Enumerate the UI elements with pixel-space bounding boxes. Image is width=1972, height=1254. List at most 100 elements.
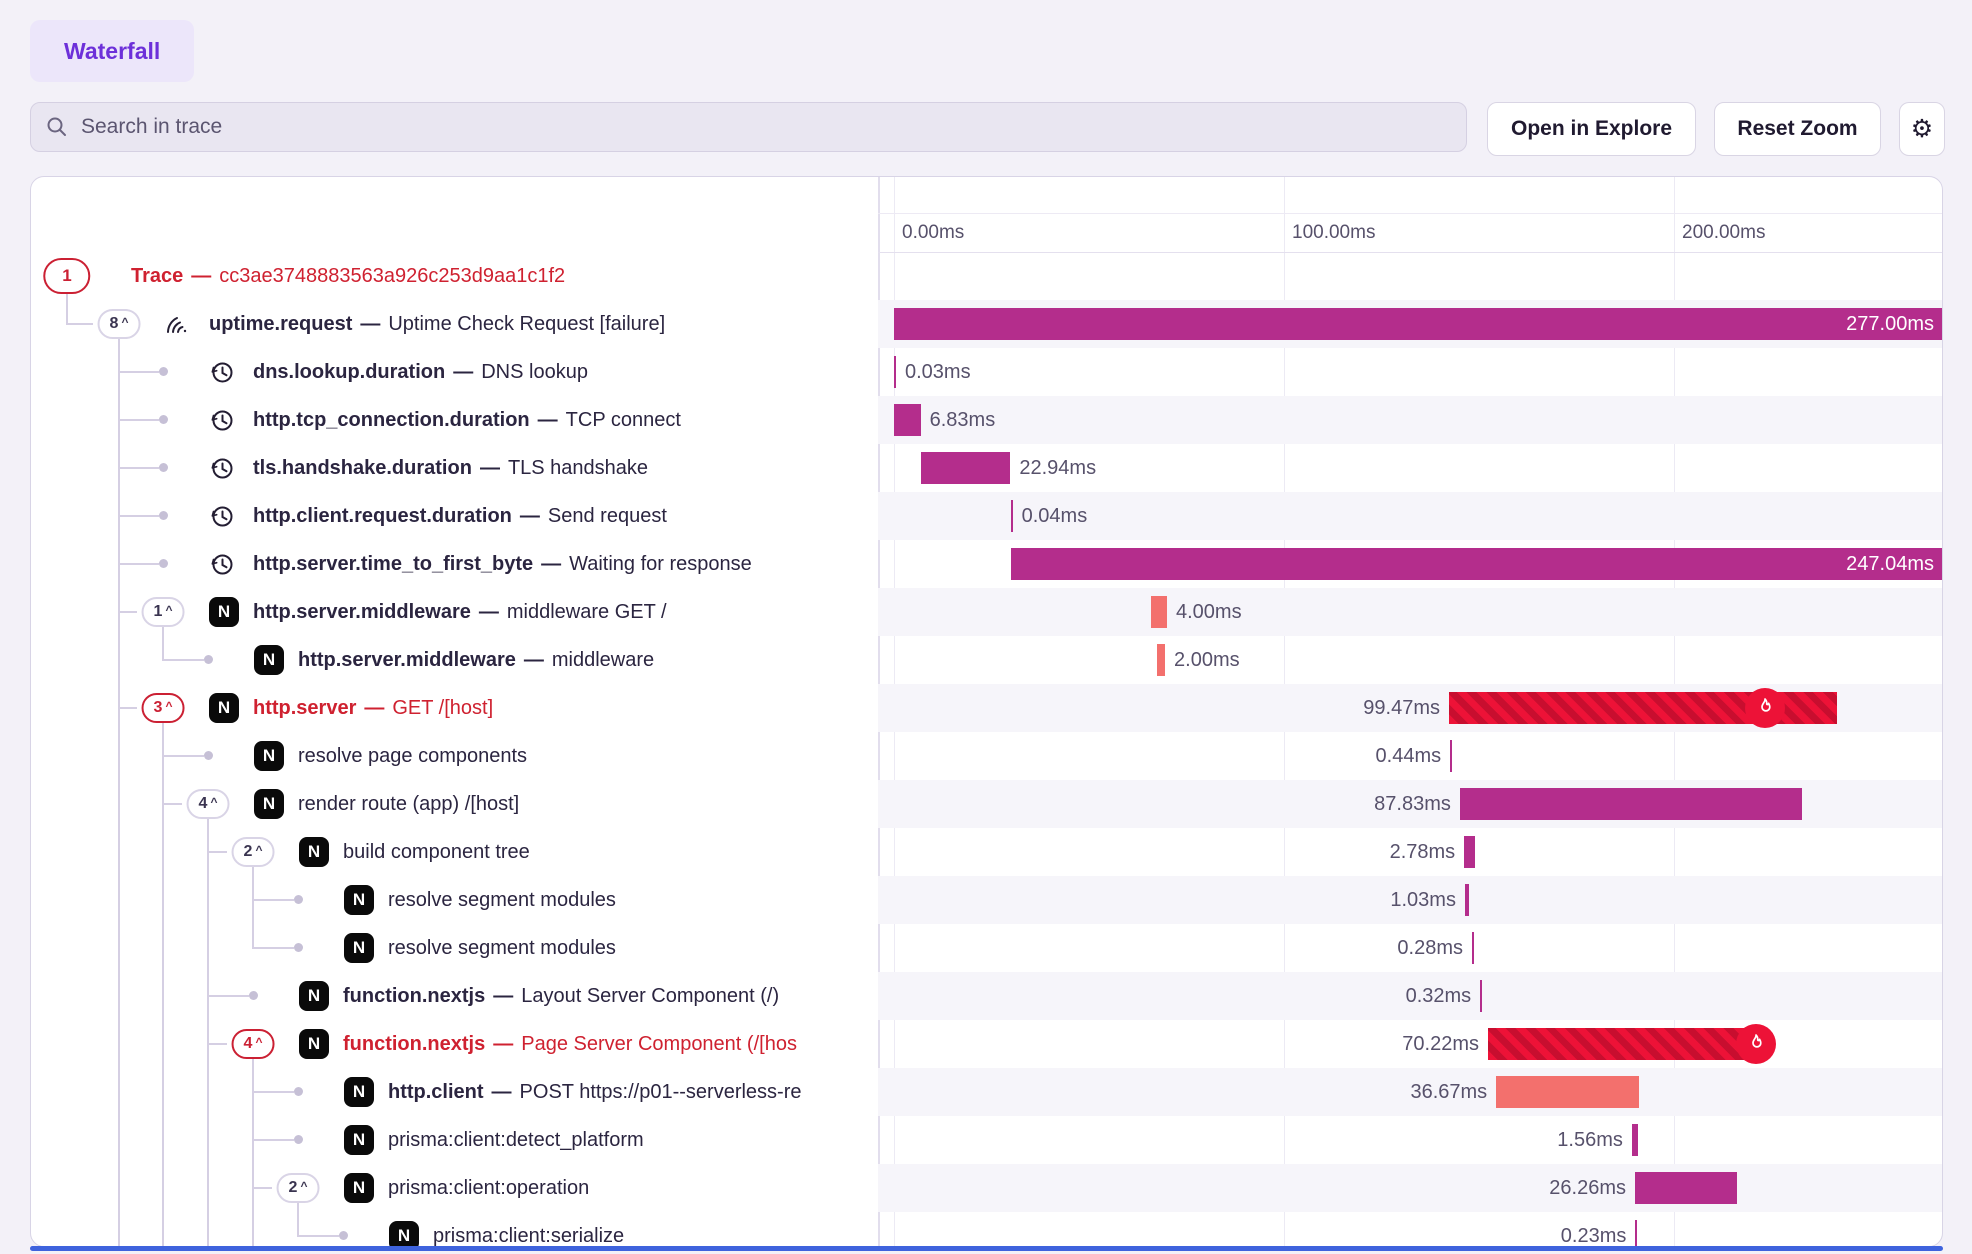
span-op: prisma:client:operation [388, 1177, 589, 1199]
span-row-3[interactable]: 6.83mshttp.tcp_connection.duration—TCP c… [31, 396, 1943, 444]
span-row-14[interactable]: 0.28msNresolve segment modules [31, 924, 1943, 972]
waterfall-cell: 0.23ms [878, 1212, 1943, 1247]
span-bar[interactable] [894, 404, 921, 436]
span-row-15[interactable]: 0.32msNfunction.nextjs—Layout Server Com… [31, 972, 1943, 1020]
span-count-badge[interactable]: 1 [43, 258, 90, 294]
span-row-18[interactable]: 1.56msNprisma:client:detect_platform [31, 1116, 1943, 1164]
span-bar[interactable] [1157, 644, 1165, 676]
span-row-4[interactable]: 22.94mstls.handshake.duration—TLS handsh… [31, 444, 1943, 492]
tree-connector-vertical [118, 444, 120, 468]
span-row-17[interactable]: 36.67msNhttp.client—POST https://p01--se… [31, 1068, 1943, 1116]
span-bar[interactable] [1480, 980, 1482, 1012]
span-label: build component tree [343, 828, 530, 876]
span-dot [159, 511, 168, 520]
separator: — [479, 601, 499, 623]
fire-icon[interactable] [1736, 1024, 1776, 1064]
open-in-explore-button[interactable]: Open in Explore [1487, 102, 1696, 156]
span-row-0[interactable]: 1Trace—cc3ae3748883563a926c253d9aa1c1f2 [31, 252, 1943, 300]
span-row-6[interactable]: 247.04mshttp.server.time_to_first_byte—W… [31, 540, 1943, 588]
tree-connector-vertical [118, 348, 120, 372]
span-dot [159, 367, 168, 376]
span-bar[interactable] [894, 356, 896, 388]
tree-connector-horizontal [66, 323, 93, 325]
span-row-10[interactable]: 0.44msNresolve page components [31, 732, 1943, 780]
tree-guide-below [162, 626, 164, 636]
span-bar[interactable] [1465, 884, 1469, 916]
tree-guide [162, 1068, 164, 1116]
span-row-12[interactable]: 2.78ms2^Nbuild component tree [31, 828, 1943, 876]
span-count-badge[interactable]: 1^ [142, 597, 185, 627]
span-op: resolve segment modules [388, 937, 616, 959]
span-row-1[interactable]: 277.00ms 8^ uptime.request—Uptime Check Re… [31, 300, 1943, 348]
tree-guide [207, 1068, 209, 1116]
waterfall-cell: 1.56ms [878, 1116, 1943, 1164]
span-row-20[interactable]: 0.23msNprisma:client:serialize [31, 1212, 1943, 1247]
span-row-7[interactable]: 4.00ms1^Nhttp.server.middleware—middlewa… [31, 588, 1943, 636]
span-dot [159, 415, 168, 424]
span-bar[interactable] [1464, 836, 1475, 868]
tab-waterfall[interactable]: Waterfall [30, 20, 194, 82]
waterfall-cell: 0.28ms [878, 924, 1943, 972]
tree-connector-horizontal [207, 1043, 227, 1045]
tree-connector-horizontal [118, 467, 159, 469]
reset-zoom-button[interactable]: Reset Zoom [1714, 102, 1881, 156]
span-label: http.tcp_connection.duration—TCP connect [253, 396, 681, 444]
span-bar[interactable] [1011, 500, 1013, 532]
duration-label: 4.00ms [1176, 588, 1242, 636]
span-bar[interactable] [1460, 788, 1803, 820]
settings-button[interactable]: ⚙ [1899, 102, 1945, 156]
span-description: middleware [552, 649, 654, 671]
span-bar[interactable] [1635, 1172, 1737, 1204]
span-count-badge[interactable]: 2^ [232, 837, 275, 867]
span-row-9[interactable]: 99.47ms3^Nhttp.server—GET /[host] [31, 684, 1943, 732]
span-bar[interactable]: 277.00ms [894, 308, 1943, 340]
span-bar[interactable] [1472, 932, 1474, 964]
duration-label: 1.03ms [1390, 876, 1456, 924]
tree-connector-horizontal [297, 1235, 339, 1237]
span-row-16[interactable]: 70.22ms4^Nfunction.nextjs—Page Server Co… [31, 1020, 1943, 1068]
tree-connector-vertical [118, 540, 120, 564]
span-bar[interactable] [1635, 1220, 1637, 1247]
span-row-19[interactable]: 26.26ms2^Nprisma:client:operation [31, 1164, 1943, 1212]
span-bar[interactable] [1151, 596, 1167, 628]
badge-count: 3 [154, 699, 163, 717]
span-row-11[interactable]: 87.83ms4^Nrender route (app) /[host] [31, 780, 1943, 828]
span-label: uptime.request—Uptime Check Request [fai… [209, 300, 665, 348]
span-row-8[interactable]: 2.00msNhttp.server.middleware—middleware [31, 636, 1943, 684]
search-input[interactable] [79, 114, 1452, 140]
duration-label: 99.47ms [1363, 684, 1440, 732]
span-bar[interactable] [1496, 1076, 1639, 1108]
span-row-13[interactable]: 1.03msNresolve segment modules [31, 876, 1943, 924]
search-bar[interactable] [30, 102, 1467, 152]
waterfall-cell: 2.00ms [878, 636, 1943, 684]
separator: — [541, 553, 561, 575]
span-op: tls.handshake.duration [253, 457, 472, 479]
span-row-2[interactable]: 0.03msdns.lookup.duration—DNS lookup [31, 348, 1943, 396]
span-count-badge[interactable]: 2^ [277, 1173, 320, 1203]
timeline-scrubber[interactable] [30, 1246, 1943, 1251]
tree-connector-vertical [118, 396, 120, 420]
span-bar[interactable]: 247.04ms [1011, 548, 1943, 580]
tree-guide [118, 876, 120, 924]
badge-count: 1 [154, 603, 163, 621]
span-count-badge[interactable]: 4^ [187, 789, 230, 819]
fire-icon[interactable] [1745, 688, 1785, 728]
tree-guide-below [118, 338, 120, 348]
nextjs-icon: N [344, 885, 374, 915]
span-bar[interactable] [921, 452, 1010, 484]
span-count-badge[interactable]: 4^ [232, 1029, 275, 1059]
span-row-5[interactable]: 0.04mshttp.client.request.duration—Send … [31, 492, 1943, 540]
timeline-header-strip [878, 177, 1943, 214]
span-count-badge[interactable]: 3^ [142, 693, 185, 723]
span-dot [204, 655, 213, 664]
span-count-badge[interactable]: 8^ [98, 309, 141, 339]
duration-label: 87.83ms [1374, 780, 1451, 828]
span-bar[interactable] [1632, 1124, 1638, 1156]
duration-label: 2.78ms [1390, 828, 1456, 876]
span-description: Page Server Component (/[hos [521, 1033, 797, 1055]
span-description: Waiting for response [569, 553, 752, 575]
span-bar[interactable] [1488, 1028, 1762, 1060]
span-bar[interactable] [1450, 740, 1452, 772]
gear-icon: ⚙ [1911, 114, 1933, 144]
nextjs-icon: N [209, 693, 239, 723]
